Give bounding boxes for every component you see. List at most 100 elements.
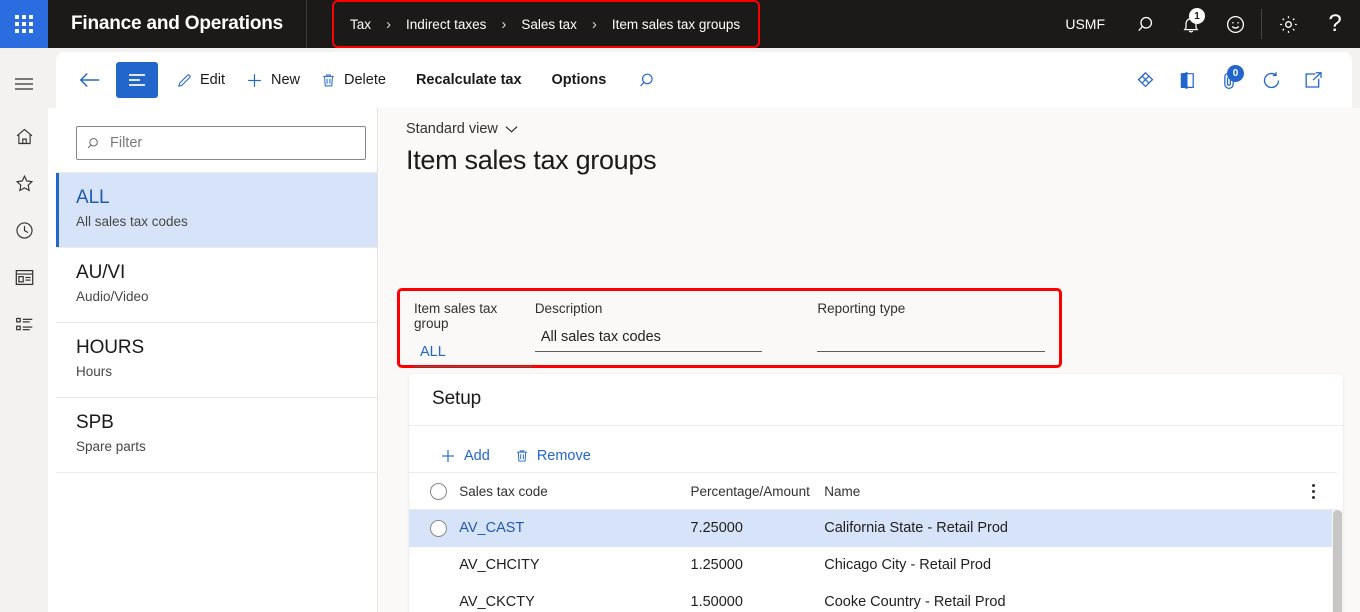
sales-tax-code-grid: Sales tax code Percentage/Amount Name AV… [409,472,1337,612]
refresh-icon[interactable] [1252,61,1290,99]
new-button-label: New [271,71,301,88]
header-fields-highlight: Item sales tax group Description Reporti… [397,288,1062,368]
cell-name[interactable]: Cooke Country - Retail Prod [824,584,1297,612]
edit-button-label: Edit [200,71,225,88]
table-row[interactable]: AV_CAST 7.25000 California State - Retai… [409,509,1337,547]
field-label: Reporting type [817,301,906,316]
office-app-icon[interactable] [1168,61,1206,99]
table-row[interactable]: AV_CKCTY 1.50000 Cooke Country - Retail … [409,584,1337,612]
field-description: Description [534,301,763,365]
column-header-name[interactable]: Name [824,472,1297,510]
cell-sales-tax-code[interactable]: AV_CAST [459,510,690,547]
edit-button[interactable]: Edit [166,61,235,99]
cell-sales-tax-code[interactable]: AV_CKCTY [459,584,690,612]
delete-button[interactable]: Delete [310,61,396,99]
help-question-icon[interactable]: ? [1310,0,1360,48]
app-launcher-button[interactable] [0,0,48,48]
select-all-radio[interactable] [430,482,447,500]
cell-percentage[interactable]: 1.25000 [691,547,825,584]
breadcrumb: Tax › Indirect taxes › Sales tax › Item … [332,0,761,48]
view-selector[interactable]: Standard view [406,121,518,137]
sidebar-item-hours[interactable]: HOURS Hours [56,323,377,398]
setup-section-title: Setup [432,388,482,409]
topbar-icon-divider [1261,9,1262,39]
reporting-type-input[interactable] [817,329,1045,352]
show-list-toggle-button[interactable] [116,62,158,98]
search-icon[interactable] [1125,0,1169,48]
cell-name[interactable]: California State - Retail Prod [824,510,1297,547]
sidebar-item-spb[interactable]: SPB Spare parts [56,398,377,473]
grid-header-row: Sales tax code Percentage/Amount Name [409,472,1337,510]
command-bar-right-icons: 0 [1126,61,1338,99]
recalculate-tax-button[interactable]: Recalculate tax [406,61,532,99]
open-in-new-icon[interactable] [1294,61,1332,99]
sidebar-item-all[interactable]: ALL All sales tax codes [56,173,377,248]
attachments-icon[interactable]: 0 [1210,61,1248,99]
cell-sales-tax-code[interactable]: AV_CHCITY [459,547,690,584]
notification-count-badge: 1 [1189,8,1205,24]
column-header-sales-tax-code[interactable]: Sales tax code [459,472,691,510]
page-title: Item sales tax groups [406,145,657,175]
table-row[interactable]: AV_CHCITY 1.25000 Chicago City - Retail … [409,547,1337,584]
options-button[interactable]: Options [542,61,617,99]
home-icon[interactable] [0,113,48,160]
workspaces-icon[interactable] [0,254,48,301]
sidebar-item-auvi[interactable]: AU/VI Audio/Video [56,248,377,323]
filter-box[interactable] [76,126,366,160]
row-select-cell [409,584,459,612]
item-sales-tax-group-input[interactable] [414,344,532,367]
breadcrumb-item-tax[interactable]: Tax [348,17,373,32]
cell-percentage[interactable]: 7.25000 [691,510,825,547]
breadcrumb-item-indirect-taxes[interactable]: Indirect taxes [404,17,488,32]
favorites-star-icon[interactable] [0,160,48,207]
grid-overflow-menu-icon[interactable] [1297,483,1337,499]
notifications-bell-icon[interactable]: 1 [1169,0,1213,48]
setup-section-card: Setup Add Remove Sales tax code Percenta… [409,374,1343,612]
filter-container [56,108,377,172]
grid-vertical-scrollbar[interactable] [1332,510,1343,612]
attachments-count-badge: 0 [1227,65,1244,82]
modules-list-icon[interactable] [0,301,48,348]
main-content-area: Standard view Item sales tax groups Item… [379,108,1360,612]
scrollbar-thumb[interactable] [1333,510,1342,612]
legal-entity-selector[interactable]: USMF [1055,16,1115,32]
settings-gear-icon[interactable] [1266,0,1310,48]
add-button[interactable]: Add [435,440,494,472]
list-item-description: Spare parts [76,439,146,454]
description-input[interactable] [534,329,763,352]
field-label: Description [534,301,603,316]
list-item-code: AU/VI [76,262,126,283]
grid-body: AV_CAST 7.25000 California State - Retai… [409,509,1337,612]
new-button[interactable]: New [235,61,310,99]
grid-options-header [1296,472,1337,510]
grid-header: Sales tax code Percentage/Amount Name [409,472,1337,510]
remove-button-label: Remove [536,447,591,464]
recent-clock-icon[interactable] [0,207,48,254]
top-navigation-bar: Finance and Operations Tax › Indirect ta… [0,0,1360,48]
share-diamond-icon[interactable] [1126,61,1164,99]
list-item-code: HOURS [76,337,145,358]
cell-name[interactable]: Chicago City - Retail Prod [824,547,1297,584]
cell-percentage[interactable]: 1.50000 [691,584,825,612]
chevron-right-icon: › [591,15,597,33]
row-radio[interactable] [430,519,447,537]
breadcrumb-item-sales-tax[interactable]: Sales tax [519,17,579,32]
row-end-cell [1297,547,1337,584]
column-header-percentage-amount[interactable]: Percentage/Amount [690,472,825,510]
remove-button[interactable]: Remove [510,440,595,472]
pencil-icon [176,72,193,89]
breadcrumb-item-item-sales-tax-groups[interactable]: Item sales tax groups [610,17,742,32]
back-arrow-icon[interactable] [70,62,110,98]
list-item-description: Audio/Video [76,289,149,304]
hamburger-menu-icon[interactable] [0,60,48,107]
command-search-icon[interactable] [626,61,670,99]
row-end-cell [1297,510,1337,547]
feedback-smiley-icon[interactable] [1213,0,1257,48]
chevron-right-icon: › [501,15,507,33]
setup-grid-container: Sales tax code Percentage/Amount Name AV… [409,472,1343,612]
trash-icon [320,72,337,89]
list-item-description: Hours [76,364,113,379]
record-list-panel: ALL All sales tax codes AU/VI Audio/Vide… [56,108,378,612]
plus-icon [245,71,264,90]
filter-input[interactable] [110,135,355,151]
